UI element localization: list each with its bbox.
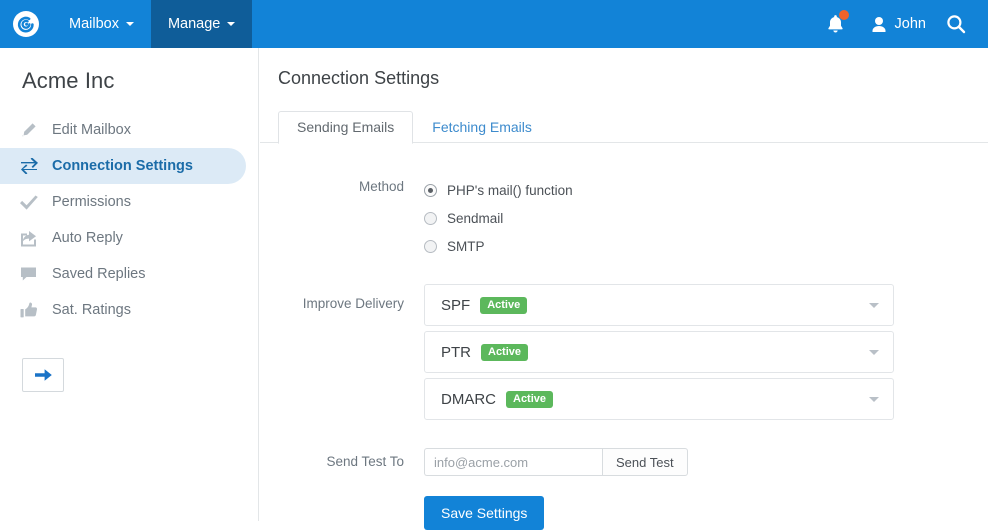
sidebar-menu: Edit Mailbox Connection Settings Permiss… bbox=[0, 112, 258, 328]
spiral-logo-icon bbox=[13, 11, 39, 37]
send-test-input-group: Send Test bbox=[424, 448, 988, 476]
chevron-down-icon bbox=[227, 22, 236, 26]
nav-item-mailbox[interactable]: Mailbox bbox=[52, 0, 151, 48]
sidebar-item-label: Edit Mailbox bbox=[52, 122, 131, 138]
panel-title: SPF bbox=[441, 296, 471, 314]
pencil-icon bbox=[20, 122, 44, 139]
comment-icon bbox=[20, 266, 44, 282]
chevron-down-icon bbox=[125, 22, 134, 26]
sidebar-item-edit-mailbox[interactable]: Edit Mailbox bbox=[0, 112, 246, 148]
tab-bar: Sending Emails Fetching Emails bbox=[260, 111, 988, 144]
page-title: Connection Settings bbox=[278, 68, 440, 88]
send-test-label: Send Test To bbox=[326, 454, 404, 469]
radio-button[interactable] bbox=[424, 183, 437, 197]
radio-label: SMTP bbox=[447, 238, 485, 254]
panel-title: DMARC bbox=[441, 390, 496, 408]
search-button[interactable] bbox=[942, 0, 970, 48]
arrow-right-icon bbox=[34, 369, 52, 381]
method-label: Method bbox=[358, 179, 404, 194]
sidebar-item-auto-reply[interactable]: Auto Reply bbox=[0, 220, 246, 256]
chevron-down-icon bbox=[869, 349, 879, 355]
send-test-input[interactable] bbox=[424, 448, 602, 476]
radio-option-sendmail[interactable]: Sendmail bbox=[424, 204, 988, 232]
sidebar-actions bbox=[0, 358, 258, 392]
save-settings-button[interactable]: Save Settings bbox=[424, 496, 545, 530]
sidebar-item-label: Sat. Ratings bbox=[52, 302, 131, 318]
send-test-button[interactable]: Send Test bbox=[602, 448, 688, 476]
check-icon bbox=[20, 195, 44, 210]
tab-label: Sending Emails bbox=[297, 119, 395, 135]
search-icon bbox=[947, 15, 966, 34]
exchange-arrows-icon bbox=[20, 158, 44, 174]
panel-title: PTR bbox=[441, 343, 471, 361]
top-navbar: Mailbox Manage John bbox=[0, 0, 988, 48]
nav-item-mailbox-label: Mailbox bbox=[69, 16, 119, 32]
sending-emails-form: Method PHP's mail() function Sendmail SM… bbox=[260, 176, 988, 530]
notification-badge bbox=[838, 10, 849, 20]
sidebar-item-label: Connection Settings bbox=[52, 158, 193, 174]
form-row-send-test: Send Test To Send Test Save Settings bbox=[278, 448, 988, 530]
radio-label: Sendmail bbox=[447, 210, 504, 226]
app-window: Mailbox Manage John Acme Inc Edit Mailbo… bbox=[0, 0, 988, 530]
radio-label: PHP's mail() function bbox=[447, 182, 573, 198]
sidebar-item-label: Permissions bbox=[52, 194, 131, 210]
radio-option-smtp[interactable]: SMTP bbox=[424, 232, 988, 260]
sidebar: Acme Inc Edit Mailbox Connection Setting… bbox=[0, 48, 259, 521]
sidebar-item-label: Saved Replies bbox=[52, 266, 146, 282]
notifications-button[interactable] bbox=[819, 0, 853, 48]
tab-sending-emails[interactable]: Sending Emails bbox=[278, 111, 414, 144]
chevron-down-icon bbox=[869, 396, 879, 402]
accordion-panel-dmarc[interactable]: DMARC Active bbox=[424, 378, 894, 420]
user-menu[interactable]: John bbox=[871, 0, 926, 48]
share-arrow-icon bbox=[20, 230, 44, 247]
radio-option-php-mail[interactable]: PHP's mail() function bbox=[424, 176, 988, 204]
thumbs-up-icon bbox=[20, 302, 44, 319]
status-badge: Active bbox=[481, 343, 529, 361]
form-row-improve-delivery: Improve Delivery SPF Active PTR Active D… bbox=[278, 284, 988, 425]
radio-button[interactable] bbox=[424, 211, 437, 225]
status-badge: Active bbox=[480, 296, 528, 314]
workspace-name: Acme Inc bbox=[22, 68, 115, 93]
form-row-method: Method PHP's mail() function Sendmail SM… bbox=[278, 176, 988, 260]
send-test-controls: Send Test Save Settings bbox=[424, 448, 988, 530]
sidebar-item-connection-settings[interactable]: Connection Settings bbox=[0, 148, 246, 184]
main-content: Connection Settings Sending Emails Fetch… bbox=[260, 48, 988, 530]
sidebar-item-sat-ratings[interactable]: Sat. Ratings bbox=[0, 292, 246, 328]
improve-delivery-label: Improve Delivery bbox=[302, 296, 404, 311]
next-button[interactable] bbox=[22, 358, 64, 392]
accordion-panel-ptr[interactable]: PTR Active bbox=[424, 331, 894, 373]
radio-button[interactable] bbox=[424, 239, 437, 253]
user-icon bbox=[872, 16, 886, 32]
accordion-panel-spf[interactable]: SPF Active bbox=[424, 284, 894, 326]
sidebar-item-permissions[interactable]: Permissions bbox=[0, 184, 246, 220]
improve-delivery-accordion: SPF Active PTR Active DMARC Active bbox=[424, 284, 988, 425]
nav-item-manage-label: Manage bbox=[167, 16, 221, 32]
status-badge: Active bbox=[506, 390, 554, 408]
method-radio-group: PHP's mail() function Sendmail SMTP bbox=[424, 176, 988, 260]
tab-label: Fetching Emails bbox=[432, 119, 532, 135]
user-name-label: John bbox=[894, 16, 926, 32]
sidebar-item-saved-replies[interactable]: Saved Replies bbox=[0, 256, 246, 292]
navbar-right-actions: John bbox=[819, 0, 988, 48]
chevron-down-icon bbox=[869, 302, 879, 308]
app-logo[interactable] bbox=[0, 0, 52, 48]
nav-item-manage[interactable]: Manage bbox=[150, 0, 253, 48]
sidebar-item-label: Auto Reply bbox=[52, 230, 123, 246]
tab-fetching-emails[interactable]: Fetching Emails bbox=[413, 111, 551, 144]
